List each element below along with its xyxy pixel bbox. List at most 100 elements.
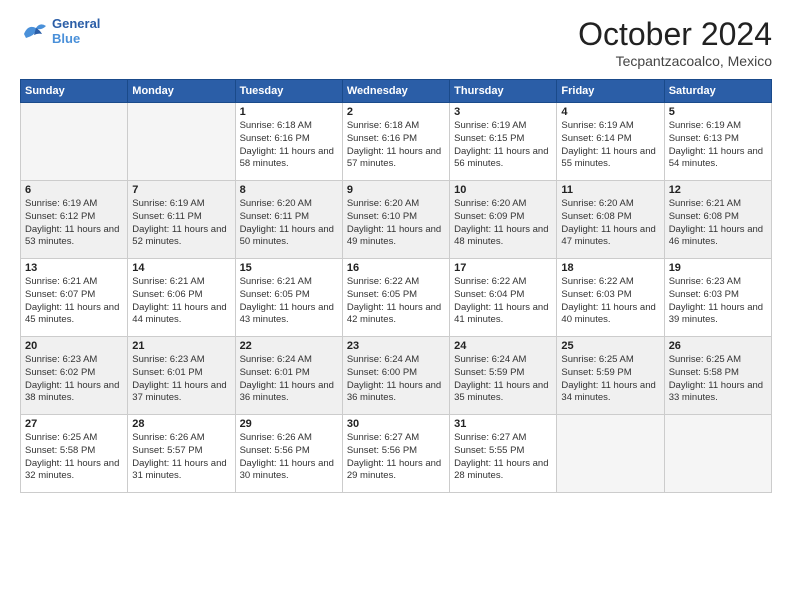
day-number: 2 — [347, 106, 445, 118]
day-number: 5 — [669, 106, 767, 118]
day-number: 21 — [132, 340, 230, 352]
day-number: 25 — [561, 340, 659, 352]
day-cell: 14Sunrise: 6:21 AM Sunset: 6:06 PM Dayli… — [128, 259, 235, 337]
day-cell: 16 Sunrise: 6:22 AM Sunset: 6:05 PM Dayli… — [342, 259, 449, 337]
header: General Blue October 2024 Tecpantzacoalc… — [20, 16, 772, 69]
month-title: October 2024 — [578, 16, 772, 53]
day-info: Sunrise: 6:24 AM Sunset: 6:01 PM Dayligh… — [240, 354, 338, 405]
day-number: 20 — [25, 340, 123, 352]
day-number: 4 — [561, 106, 659, 118]
col-header-saturday: Saturday — [664, 80, 771, 103]
day-cell: 19 Sunrise: 6:23 AM Sunset: 6:03 PM Dayli… — [664, 259, 771, 337]
day-info: Sunrise: 6:25 AM Sunset: 5:58 PM Dayligh… — [25, 432, 123, 483]
day-cell: 2 Sunrise: 6:18 AM Sunset: 6:16 PM Daylig… — [342, 103, 449, 181]
day-number: 1 — [240, 106, 338, 118]
day-cell — [557, 415, 664, 493]
day-cell: 13 Sunrise: 6:21 AM Sunset: 6:07 PM Dayli… — [21, 259, 128, 337]
day-info: Sunrise: 6:22 AM Sunset: 6:04 PM Dayligh… — [454, 276, 552, 327]
week-row-1: 1 Sunrise: 6:18 AM Sunset: 6:16 PM Daylig… — [21, 103, 772, 181]
page: General Blue October 2024 Tecpantzacoalc… — [0, 0, 792, 612]
day-number: 17 — [454, 262, 552, 274]
day-cell: 5 Sunrise: 6:19 AM Sunset: 6:13 PM Daylig… — [664, 103, 771, 181]
day-number: 3 — [454, 106, 552, 118]
week-row-2: 6 Sunrise: 6:19 AM Sunset: 6:12 PM Daylig… — [21, 181, 772, 259]
day-info: Sunrise: 6:23 AM Sunset: 6:03 PM Dayligh… — [669, 276, 767, 327]
day-number: 18 — [561, 262, 659, 274]
header-row: SundayMondayTuesdayWednesdayThursdayFrid… — [21, 80, 772, 103]
day-cell: 12Sunrise: 6:21 AM Sunset: 6:08 PM Dayli… — [664, 181, 771, 259]
week-row-5: 27 Sunrise: 6:25 AM Sunset: 5:58 PM Dayli… — [21, 415, 772, 493]
day-cell: 23 Sunrise: 6:24 AM Sunset: 6:00 PM Dayli… — [342, 337, 449, 415]
day-number: 16 — [347, 262, 445, 274]
day-cell: 11 Sunrise: 6:20 AM Sunset: 6:08 PM Dayli… — [557, 181, 664, 259]
day-info: Sunrise: 6:20 AM Sunset: 6:08 PM Dayligh… — [561, 198, 659, 249]
day-number: 8 — [240, 184, 338, 196]
day-number: 30 — [347, 418, 445, 430]
day-number: 15 — [240, 262, 338, 274]
logo-bird-icon — [20, 20, 48, 42]
day-cell: 15 Sunrise: 6:21 AM Sunset: 6:05 PM Dayli… — [235, 259, 342, 337]
week-row-3: 13 Sunrise: 6:21 AM Sunset: 6:07 PM Dayli… — [21, 259, 772, 337]
day-info: Sunrise: 6:19 AM Sunset: 6:13 PM Dayligh… — [669, 120, 767, 171]
day-info: Sunrise: 6:18 AM Sunset: 6:16 PM Dayligh… — [347, 120, 445, 171]
day-info: Sunrise: 6:21 AM Sunset: 6:05 PM Dayligh… — [240, 276, 338, 327]
day-info: Sunrise: 6:21 AM Sunset: 6:06 PM Dayligh… — [132, 276, 230, 327]
day-info: Sunrise: 6:22 AM Sunset: 6:03 PM Dayligh… — [561, 276, 659, 327]
day-cell: 9Sunrise: 6:20 AM Sunset: 6:10 PM Daylig… — [342, 181, 449, 259]
day-cell: 30 Sunrise: 6:27 AM Sunset: 5:56 PM Dayli… — [342, 415, 449, 493]
day-cell: 24 Sunrise: 6:24 AM Sunset: 5:59 PM Dayli… — [450, 337, 557, 415]
day-info: Sunrise: 6:25 AM Sunset: 5:58 PM Dayligh… — [669, 354, 767, 405]
col-header-thursday: Thursday — [450, 80, 557, 103]
day-cell — [128, 103, 235, 181]
day-cell: 21 Sunrise: 6:23 AM Sunset: 6:01 PM Dayli… — [128, 337, 235, 415]
day-info: Sunrise: 6:23 AM Sunset: 6:01 PM Dayligh… — [132, 354, 230, 405]
week-row-4: 20Sunrise: 6:23 AM Sunset: 6:02 PM Dayli… — [21, 337, 772, 415]
day-cell: 3 Sunrise: 6:19 AM Sunset: 6:15 PM Daylig… — [450, 103, 557, 181]
day-cell: 18 Sunrise: 6:22 AM Sunset: 6:03 PM Dayli… — [557, 259, 664, 337]
day-info: Sunrise: 6:19 AM Sunset: 6:15 PM Dayligh… — [454, 120, 552, 171]
day-info: Sunrise: 6:27 AM Sunset: 5:55 PM Dayligh… — [454, 432, 552, 483]
day-number: 22 — [240, 340, 338, 352]
day-info: Sunrise: 6:25 AM Sunset: 5:59 PM Dayligh… — [561, 354, 659, 405]
col-header-sunday: Sunday — [21, 80, 128, 103]
day-number: 31 — [454, 418, 552, 430]
logo: General Blue — [20, 16, 100, 46]
day-cell: 6 Sunrise: 6:19 AM Sunset: 6:12 PM Daylig… — [21, 181, 128, 259]
day-cell: 7 Sunrise: 6:19 AM Sunset: 6:11 PM Daylig… — [128, 181, 235, 259]
day-info: Sunrise: 6:24 AM Sunset: 5:59 PM Dayligh… — [454, 354, 552, 405]
day-info: Sunrise: 6:24 AM Sunset: 6:00 PM Dayligh… — [347, 354, 445, 405]
col-header-friday: Friday — [557, 80, 664, 103]
day-number: 13 — [25, 262, 123, 274]
day-info: Sunrise: 6:20 AM Sunset: 6:09 PM Dayligh… — [454, 198, 552, 249]
day-number: 26 — [669, 340, 767, 352]
day-info: Sunrise: 6:20 AM Sunset: 6:10 PM Dayligh… — [347, 198, 445, 249]
day-number: 27 — [25, 418, 123, 430]
location: Tecpantzacoalco, Mexico — [578, 53, 772, 69]
day-number: 19 — [669, 262, 767, 274]
day-info: Sunrise: 6:22 AM Sunset: 6:05 PM Dayligh… — [347, 276, 445, 327]
day-number: 24 — [454, 340, 552, 352]
day-number: 7 — [132, 184, 230, 196]
day-cell — [664, 415, 771, 493]
day-cell: 31 Sunrise: 6:27 AM Sunset: 5:55 PM Dayli… — [450, 415, 557, 493]
day-cell: 28Sunrise: 6:26 AM Sunset: 5:57 PM Dayli… — [128, 415, 235, 493]
day-cell: 25 Sunrise: 6:25 AM Sunset: 5:59 PM Dayli… — [557, 337, 664, 415]
day-number: 6 — [25, 184, 123, 196]
day-number: 12 — [669, 184, 767, 196]
day-info: Sunrise: 6:20 AM Sunset: 6:11 PM Dayligh… — [240, 198, 338, 249]
day-cell: 8 Sunrise: 6:20 AM Sunset: 6:11 PM Daylig… — [235, 181, 342, 259]
logo-text: General Blue — [52, 16, 100, 46]
day-info: Sunrise: 6:19 AM Sunset: 6:11 PM Dayligh… — [132, 198, 230, 249]
day-cell: 10Sunrise: 6:20 AM Sunset: 6:09 PM Dayli… — [450, 181, 557, 259]
title-block: October 2024 Tecpantzacoalco, Mexico — [578, 16, 772, 69]
day-number: 23 — [347, 340, 445, 352]
day-info: Sunrise: 6:21 AM Sunset: 6:07 PM Dayligh… — [25, 276, 123, 327]
day-number: 11 — [561, 184, 659, 196]
day-cell: 20Sunrise: 6:23 AM Sunset: 6:02 PM Dayli… — [21, 337, 128, 415]
day-cell: 17 Sunrise: 6:22 AM Sunset: 6:04 PM Dayli… — [450, 259, 557, 337]
day-info: Sunrise: 6:19 AM Sunset: 6:12 PM Dayligh… — [25, 198, 123, 249]
col-header-monday: Monday — [128, 80, 235, 103]
day-info: Sunrise: 6:27 AM Sunset: 5:56 PM Dayligh… — [347, 432, 445, 483]
day-info: Sunrise: 6:26 AM Sunset: 5:56 PM Dayligh… — [240, 432, 338, 483]
day-cell: 26 Sunrise: 6:25 AM Sunset: 5:58 PM Dayli… — [664, 337, 771, 415]
